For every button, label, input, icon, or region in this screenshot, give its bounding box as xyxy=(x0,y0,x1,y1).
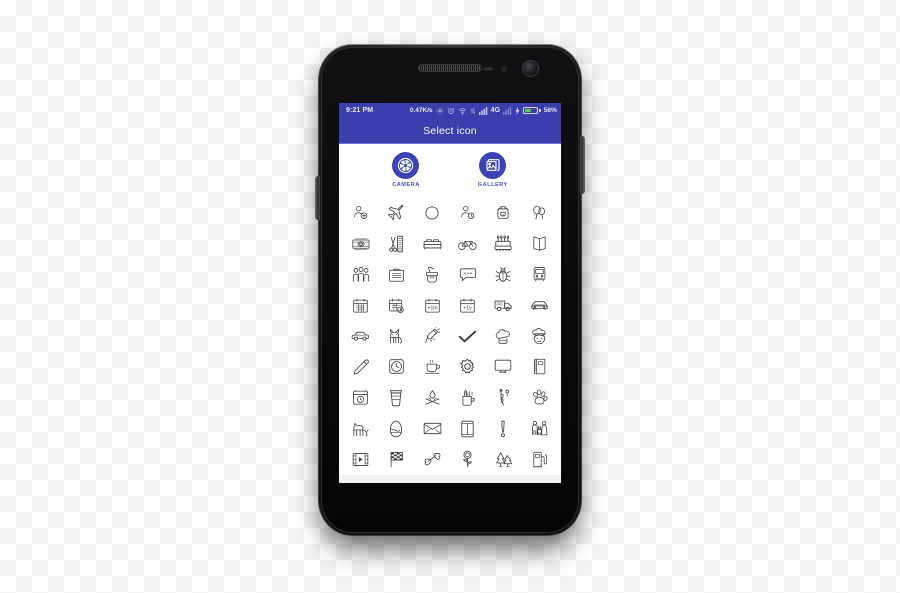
bed-icon[interactable] xyxy=(414,228,450,259)
dog-icon[interactable] xyxy=(343,413,379,444)
phone-device: 9:21 PM 0.47K/s 4G 56% Select icon CAMER… xyxy=(315,44,585,536)
network-speed-label: 0.47K/s xyxy=(409,107,433,114)
chef-face-icon[interactable] xyxy=(521,321,557,352)
battery-shell xyxy=(523,107,539,114)
calendar-clock-icon[interactable] xyxy=(379,290,415,321)
add-person-icon[interactable] xyxy=(343,198,379,229)
signal-bars-faded-icon xyxy=(503,106,512,115)
battery-tip xyxy=(539,109,541,112)
bug-icon[interactable] xyxy=(486,259,522,290)
camera-timer-icon[interactable] xyxy=(343,382,379,413)
battery-indicator xyxy=(523,107,541,114)
app-title-bar: Select icon xyxy=(339,118,561,143)
front-camera xyxy=(523,61,538,76)
status-bar: 9:21 PM 0.47K/s 4G 56% xyxy=(339,103,561,118)
family-icon[interactable] xyxy=(521,413,557,444)
status-clock: 9:21 PM xyxy=(346,107,374,114)
car-front-icon[interactable] xyxy=(521,290,557,321)
coffee-togo-icon[interactable] xyxy=(379,382,415,413)
light-sensor-icon xyxy=(501,65,507,72)
balloons-icon[interactable] xyxy=(521,198,557,229)
chef-hat-icon[interactable] xyxy=(486,321,522,352)
camera-source-label: CAMERA xyxy=(392,181,420,188)
calendar-1m-label: +1m xyxy=(427,305,437,311)
clip-pen-icon[interactable] xyxy=(343,352,379,383)
proximity-sensor-icon xyxy=(483,66,493,71)
checkered-flag-icon[interactable] xyxy=(379,444,415,475)
film-video-icon[interactable] xyxy=(343,444,379,475)
earpiece-speaker xyxy=(419,65,481,71)
data-transfer-icon xyxy=(470,107,476,115)
network-type-label: 4G xyxy=(490,107,501,114)
door-icon[interactable] xyxy=(450,413,486,444)
battery-percent-label: 56% xyxy=(543,107,557,114)
barber-scissors-icon[interactable] xyxy=(379,228,415,259)
charging-bolt-icon xyxy=(515,106,520,115)
camera-source-button[interactable]: CAMERA xyxy=(392,151,420,188)
delivery-truck-icon[interactable] xyxy=(486,290,522,321)
champagne-bottle-icon[interactable] xyxy=(414,321,450,352)
checkmark-icon[interactable] xyxy=(450,321,486,352)
open-book-icon[interactable] xyxy=(521,228,557,259)
dialog-content: CAMERA GALLERY +1m +1y xyxy=(339,144,561,483)
coffee-cup-saucer-icon[interactable] xyxy=(414,352,450,383)
chat-bubble-icon[interactable] xyxy=(450,259,486,290)
bone-icon[interactable] xyxy=(414,444,450,475)
phone-screen: 9:21 PM 0.47K/s 4G 56% Select icon CAMER… xyxy=(339,103,561,483)
pencil-cup-icon[interactable] xyxy=(450,382,486,413)
person-schedule-icon[interactable] xyxy=(450,198,486,229)
grid-footer xyxy=(339,474,561,483)
alarm-clock-icon xyxy=(447,107,455,115)
fuel-pump-icon[interactable] xyxy=(521,444,557,475)
notebook-icon[interactable] xyxy=(521,352,557,383)
gallery-photo-icon xyxy=(479,151,507,179)
airplane-icon[interactable] xyxy=(379,198,415,229)
gallery-source-button[interactable]: GALLERY xyxy=(477,151,508,188)
gear-settings-icon[interactable] xyxy=(450,352,486,383)
circle-icon[interactable] xyxy=(414,198,450,229)
envelope-mail-icon[interactable] xyxy=(414,413,450,444)
clock-icon[interactable] xyxy=(379,352,415,383)
right-side-button[interactable] xyxy=(580,136,585,194)
exclamation-mark-icon[interactable] xyxy=(486,413,522,444)
signal-bars-icon xyxy=(478,106,488,115)
left-side-button[interactable] xyxy=(315,176,320,220)
campfire-icon[interactable] xyxy=(414,382,450,413)
group-people-icon[interactable] xyxy=(343,259,379,290)
flower-rose-icon[interactable] xyxy=(450,444,486,475)
icon-grid: +1m +1y xyxy=(339,195,561,475)
calendar-plus-1y-icon[interactable]: +1y xyxy=(450,290,486,321)
image-source-row: CAMERA GALLERY xyxy=(339,144,561,196)
settings-gear-icon xyxy=(436,107,444,115)
page-title: Select icon xyxy=(423,124,477,137)
car-side-icon[interactable] xyxy=(343,321,379,352)
bicycle-icon[interactable] xyxy=(450,228,486,259)
easter-egg-icon[interactable] xyxy=(379,413,415,444)
caduceus-medical-icon[interactable] xyxy=(486,382,522,413)
gallery-source-label: GALLERY xyxy=(477,181,508,188)
backpack-icon[interactable] xyxy=(486,198,522,229)
calendar-icon[interactable] xyxy=(343,290,379,321)
bus-icon[interactable] xyxy=(521,259,557,290)
calendar-1y-label: +1y xyxy=(464,305,473,311)
forest-trees-icon[interactable] xyxy=(486,444,522,475)
briefcase-icon[interactable] xyxy=(379,259,415,290)
calendar-plus-1m-icon[interactable]: +1m xyxy=(414,290,450,321)
wifi-icon xyxy=(458,107,467,115)
camera-aperture-icon xyxy=(392,151,420,179)
battery-fill xyxy=(525,109,532,112)
birthday-cake-icon[interactable] xyxy=(486,228,522,259)
banknote-money-icon[interactable] xyxy=(343,228,379,259)
paw-print-icon[interactable] xyxy=(521,382,557,413)
cat-icon[interactable] xyxy=(379,321,415,352)
paint-brush-icon[interactable] xyxy=(414,259,450,290)
monitor-icon[interactable] xyxy=(486,352,522,383)
